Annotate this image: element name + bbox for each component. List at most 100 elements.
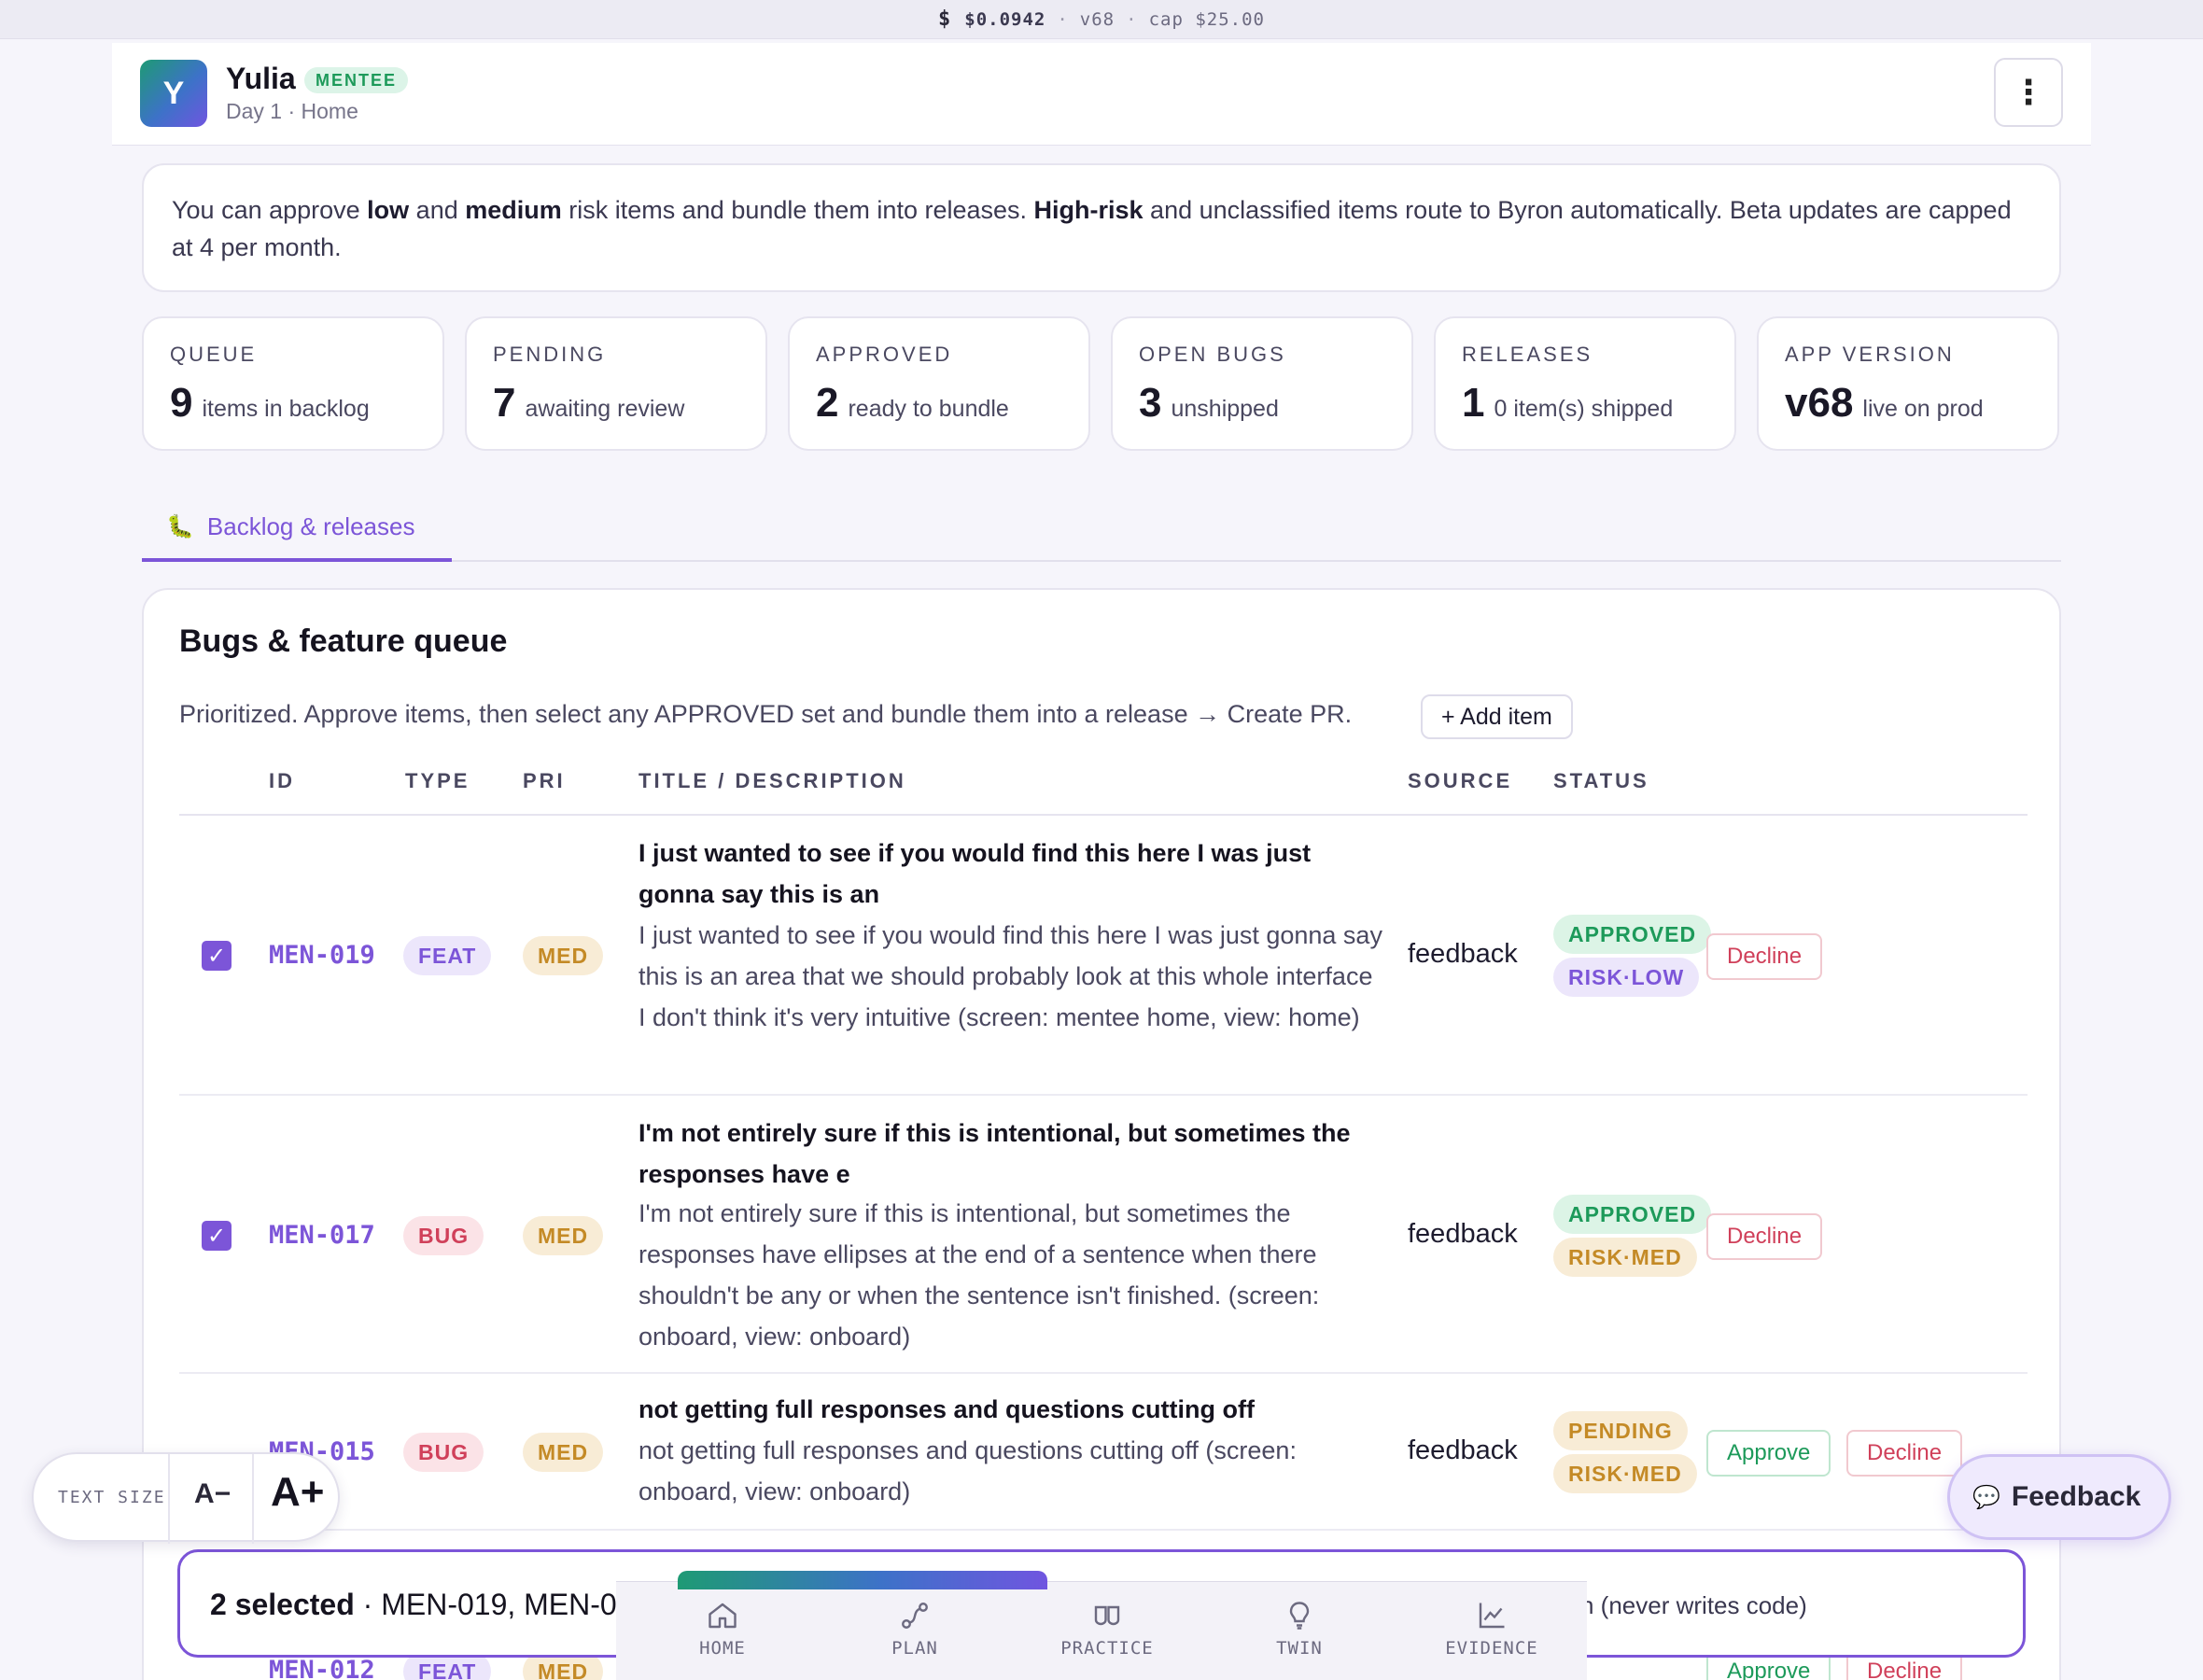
bottom-nav: HOME PLAN PRACTICE TWIN EVIDENCE bbox=[616, 1571, 1587, 1680]
nav-item-plan[interactable]: PLAN bbox=[840, 1599, 989, 1659]
nav-item-twin[interactable]: TWIN bbox=[1225, 1599, 1374, 1659]
stat-desc: 0 item(s) shipped bbox=[1494, 396, 1674, 422]
stat-value: 1 bbox=[1462, 380, 1485, 426]
stat-label: OPEN BUGS bbox=[1139, 343, 1286, 366]
nav-label: PRACTICE bbox=[1060, 1638, 1154, 1659]
stat-card-approved: APPROVED 2 ready to bundle bbox=[788, 316, 1090, 451]
evidence-icon bbox=[1479, 1603, 1505, 1629]
stat-desc: unshipped bbox=[1171, 396, 1279, 422]
stat-value: v68 bbox=[1785, 380, 1854, 426]
nav-label: PLAN bbox=[891, 1638, 938, 1659]
add-item-button[interactable]: + Add item bbox=[1421, 694, 1573, 739]
column-header-source[interactable]: SOURCE bbox=[1408, 769, 1512, 793]
app-header: Y Yulia MENTEE Day 1 · Home ⋮ bbox=[112, 43, 2091, 146]
stat-value: 9 bbox=[170, 380, 193, 426]
table-row: MEN-015 BUG MED not getting full respons… bbox=[179, 1374, 2028, 1531]
stat-card-app-version: APP VERSION v68 live on prod bbox=[1757, 316, 2059, 451]
type-badge: BUG bbox=[403, 1216, 484, 1255]
tab-backlog-releases[interactable]: 🐛 Backlog & releases bbox=[142, 495, 452, 562]
table-row: ✓ MEN-017 BUG MED I'm not entirely sure … bbox=[179, 1096, 2028, 1374]
practice-icon bbox=[1094, 1605, 1120, 1626]
type-badge: BUG bbox=[403, 1433, 484, 1472]
row-checkbox[interactable]: ✓ bbox=[202, 941, 232, 971]
breadcrumb: Day 1 · Home bbox=[226, 99, 358, 123]
nav-label: EVIDENCE bbox=[1445, 1638, 1538, 1659]
plan-icon bbox=[902, 1603, 928, 1629]
column-header-status[interactable]: STATUS bbox=[1553, 769, 1649, 793]
stat-label: RELEASES bbox=[1462, 343, 1593, 366]
divider bbox=[252, 1454, 254, 1544]
stat-desc: items in backlog bbox=[202, 396, 370, 422]
column-header-title[interactable]: TITLE / DESCRIPTION bbox=[638, 769, 906, 793]
notice-text: and bbox=[409, 196, 466, 224]
risk-badge: RISK·MED bbox=[1553, 1238, 1697, 1277]
text-size-control: TEXT SIZE A− A+ bbox=[32, 1452, 340, 1544]
selection-note: n (never writes code) bbox=[1580, 1591, 1807, 1619]
text-size-label: TEXT SIZE bbox=[58, 1488, 166, 1507]
notice-emphasis: medium bbox=[465, 196, 562, 224]
nav-item-practice[interactable]: PRACTICE bbox=[1032, 1599, 1182, 1659]
decline-button[interactable]: Decline bbox=[1846, 1430, 1963, 1477]
table-header: ID TYPE PRI TITLE / DESCRIPTION SOURCE S… bbox=[179, 769, 2028, 816]
stat-desc: ready to bundle bbox=[848, 396, 1009, 422]
row-checkbox[interactable]: ✓ bbox=[202, 1221, 232, 1251]
item-title: I just wanted to see if you would find t… bbox=[638, 839, 1312, 908]
column-header-id[interactable]: ID bbox=[269, 769, 295, 793]
item-description: I just wanted to see if you would find t… bbox=[638, 921, 1382, 1031]
priority-badge: MED bbox=[523, 1216, 604, 1255]
column-header-type[interactable]: TYPE bbox=[405, 769, 470, 793]
item-id[interactable]: MEN-017 bbox=[269, 1221, 375, 1250]
stat-label: APP VERSION bbox=[1785, 343, 1955, 366]
stat-card-open-bugs: OPEN BUGS 3 unshipped bbox=[1111, 316, 1413, 451]
notice-text: risk items and bundle them into releases… bbox=[561, 196, 1034, 224]
decrease-text-size-button[interactable]: A− bbox=[194, 1478, 231, 1510]
avatar[interactable]: Y bbox=[140, 60, 207, 127]
chat-bubble-icon: 💬 bbox=[1972, 1484, 2000, 1510]
stat-value: 2 bbox=[816, 380, 839, 426]
increase-text-size-button[interactable]: A+ bbox=[271, 1469, 324, 1516]
stat-card-queue: QUEUE 9 items in backlog bbox=[142, 316, 444, 451]
stat-card-releases: RELEASES 1 0 item(s) shipped bbox=[1434, 316, 1736, 451]
type-badge: FEAT bbox=[403, 936, 492, 975]
cost-amount: $0.0942 bbox=[964, 8, 1046, 30]
stat-value: 7 bbox=[493, 380, 516, 426]
nav-label: TWIN bbox=[1276, 1638, 1323, 1659]
notice-emphasis: low bbox=[367, 196, 410, 224]
status-badge: APPROVED bbox=[1553, 1195, 1712, 1234]
stat-label: PENDING bbox=[493, 343, 607, 366]
nav-item-home[interactable]: HOME bbox=[648, 1599, 797, 1659]
separator: · bbox=[1126, 8, 1138, 30]
queue-card: Bugs & feature queue Prioritized. Approv… bbox=[142, 588, 2061, 1680]
column-header-pri[interactable]: PRI bbox=[523, 769, 566, 793]
user-name: Yulia bbox=[226, 62, 296, 95]
stat-label: APPROVED bbox=[816, 343, 953, 366]
item-source: feedback bbox=[1408, 939, 1518, 969]
item-title: I'm not entirely sure if this is intenti… bbox=[638, 1119, 1351, 1188]
divider bbox=[168, 1454, 170, 1544]
decline-button[interactable]: Decline bbox=[1706, 1213, 1823, 1260]
home-icon bbox=[709, 1603, 737, 1629]
status-badge: APPROVED bbox=[1553, 915, 1712, 954]
item-description: I'm not entirely sure if this is intenti… bbox=[638, 1199, 1320, 1351]
decline-button[interactable]: Decline bbox=[1706, 933, 1823, 980]
notice-text: You can approve bbox=[172, 196, 368, 224]
stat-card-pending: PENDING 7 awaiting review bbox=[465, 316, 767, 451]
version-label: v68 bbox=[1079, 8, 1116, 30]
nav-item-evidence[interactable]: EVIDENCE bbox=[1417, 1599, 1566, 1659]
nav-label: HOME bbox=[699, 1638, 746, 1659]
bug-icon: 🐛 bbox=[166, 513, 194, 539]
item-id[interactable]: MEN-012 bbox=[269, 1656, 375, 1680]
stat-desc: awaiting review bbox=[525, 396, 685, 422]
selected-ids: · MEN-019, MEN-0 bbox=[354, 1588, 617, 1621]
section-title: Bugs & feature queue bbox=[179, 623, 508, 659]
feedback-button[interactable]: 💬 Feedback bbox=[1947, 1454, 2171, 1540]
approve-button[interactable]: Approve bbox=[1706, 1430, 1831, 1477]
kebab-menu-icon: ⋮ bbox=[2012, 73, 2045, 111]
role-badge: MENTEE bbox=[304, 67, 409, 93]
cost-cap: cap $25.00 bbox=[1148, 8, 1265, 30]
more-menu-button[interactable]: ⋮ bbox=[1994, 58, 2063, 127]
item-id[interactable]: MEN-019 bbox=[269, 941, 375, 970]
risk-badge: RISK·LOW bbox=[1553, 958, 1700, 997]
feedback-label: Feedback bbox=[2011, 1481, 2141, 1512]
section-intro: Prioritized. Approve items, then select … bbox=[179, 700, 1353, 728]
